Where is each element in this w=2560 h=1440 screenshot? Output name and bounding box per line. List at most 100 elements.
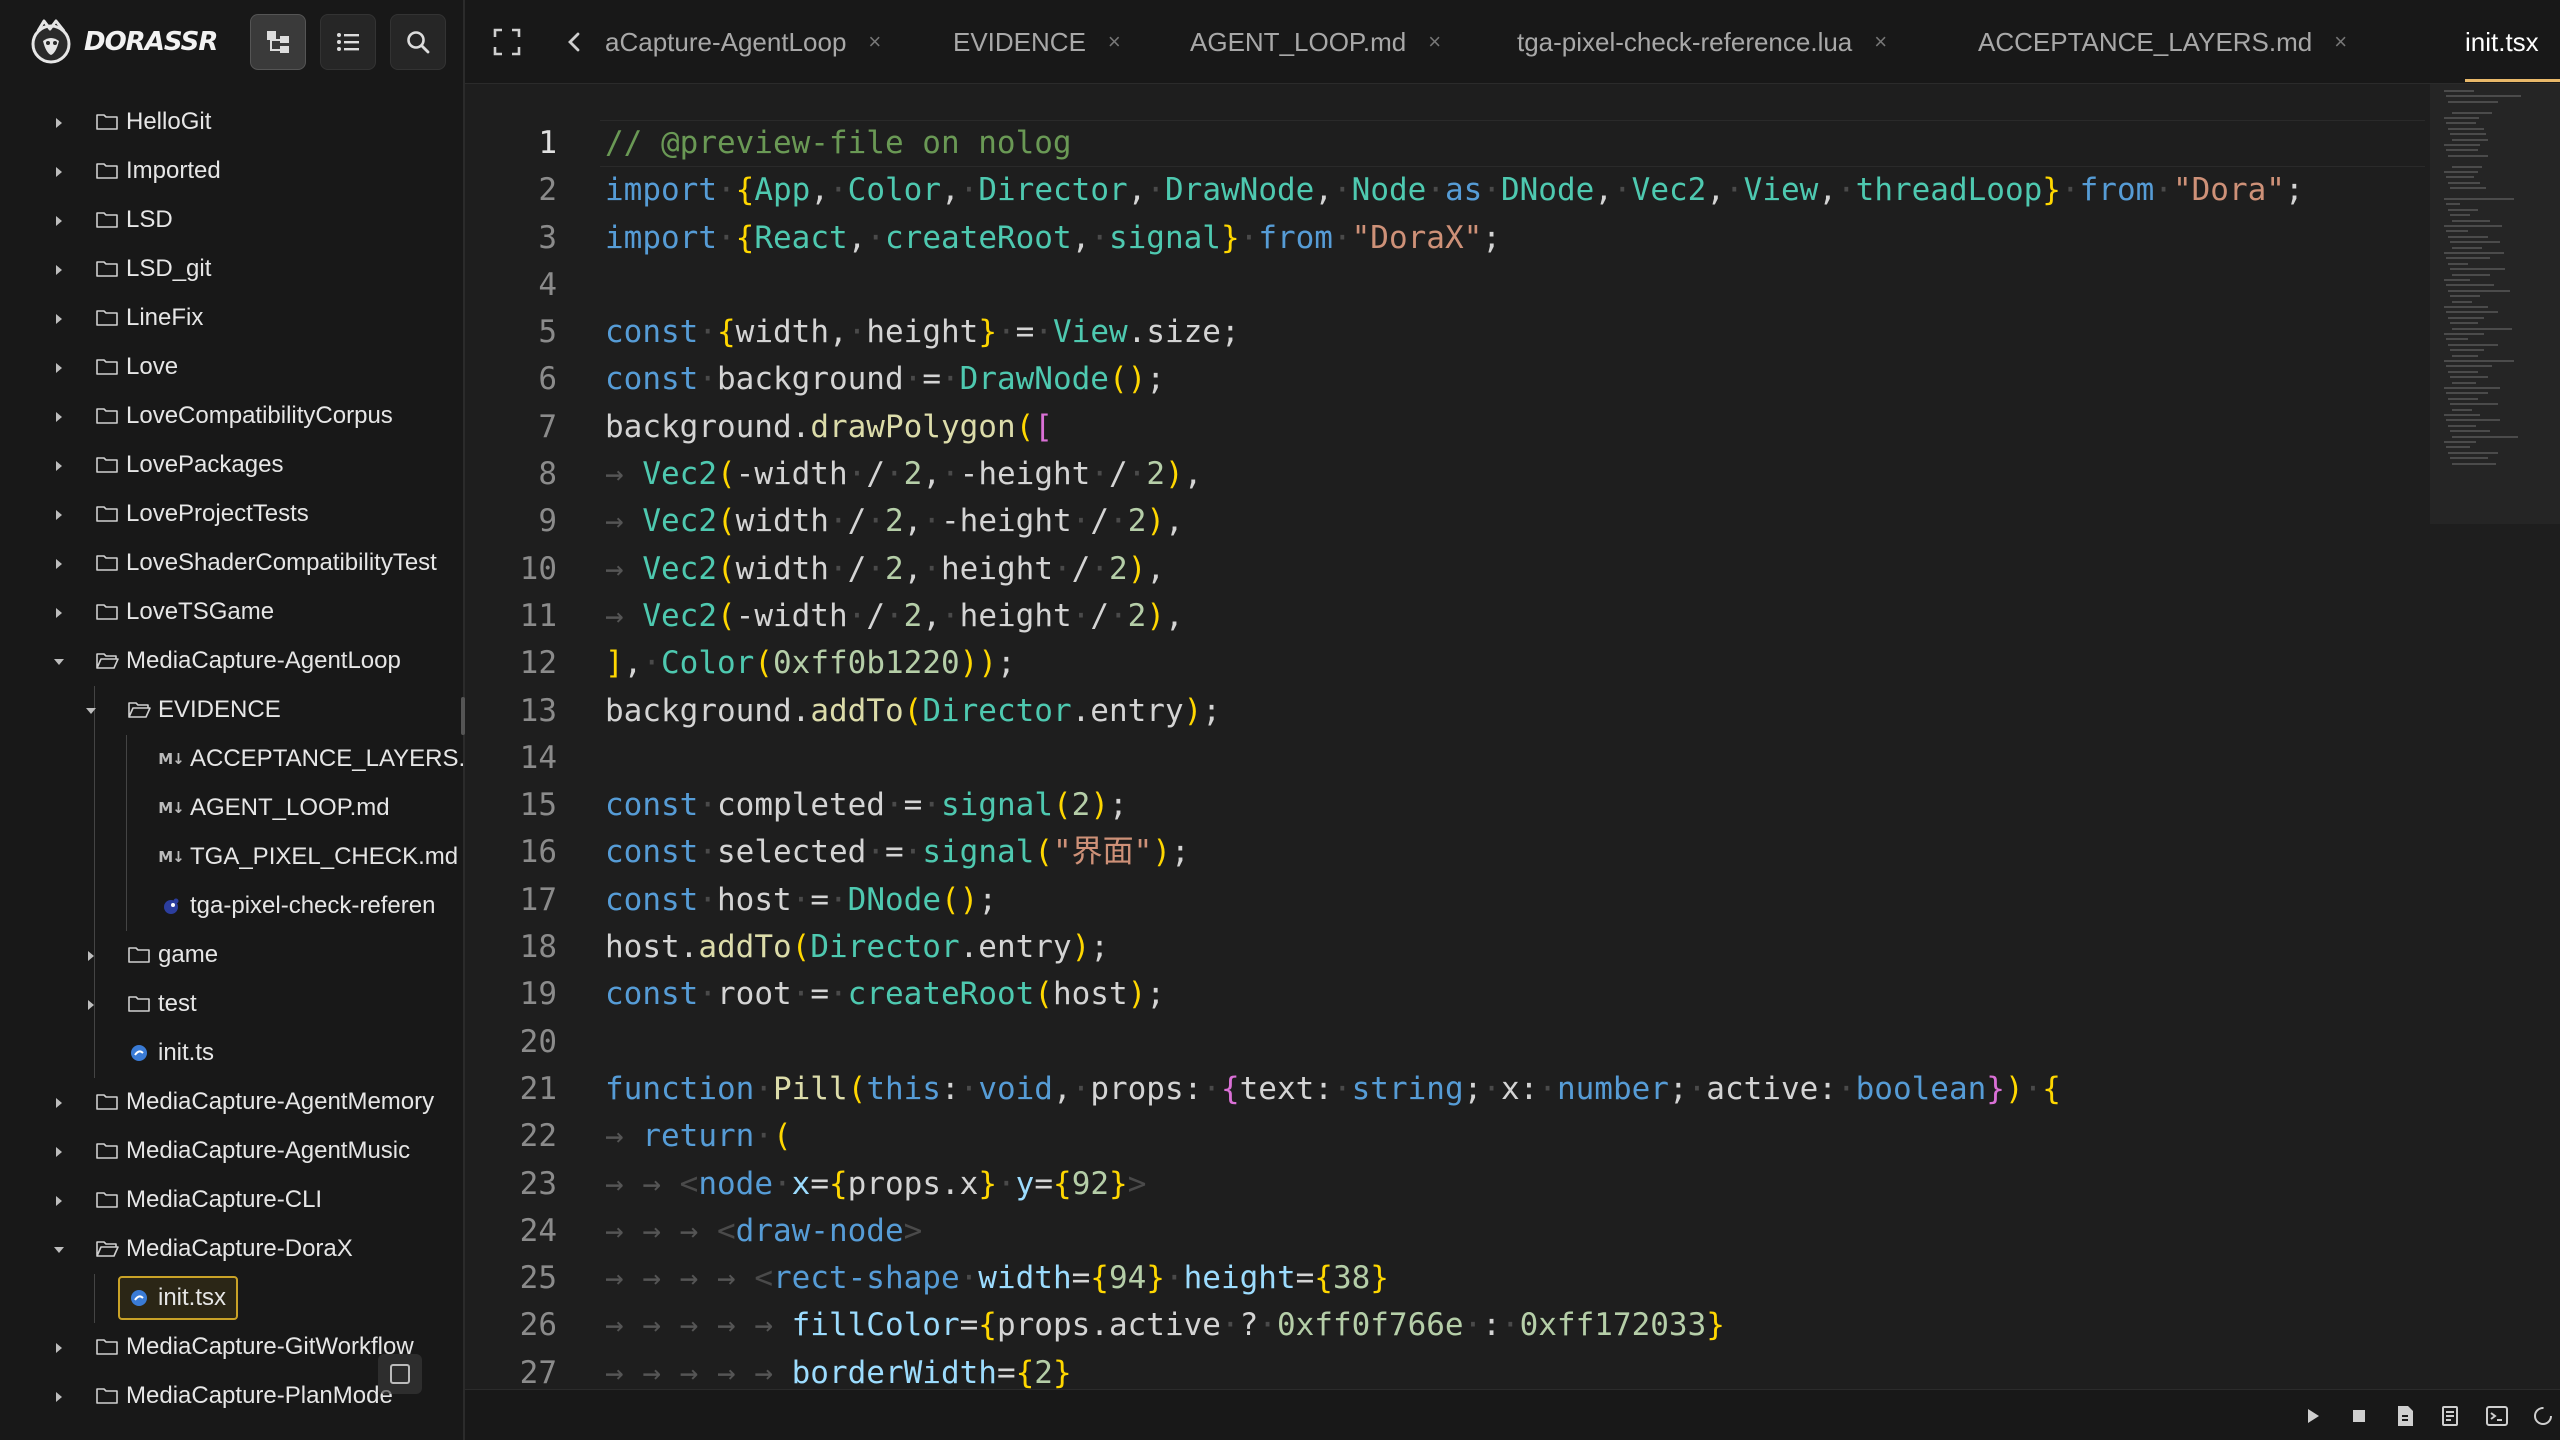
code-line[interactable]: 5 const·{width,·height}·=·View.size; xyxy=(465,309,2425,356)
tree-folder[interactable]: LoveShaderCompatibilityTest xyxy=(0,539,465,588)
tree-folder[interactable]: MediaCapture-AgentMusic xyxy=(0,1127,465,1176)
code-line[interactable]: 12],·Color(0xff0b1220)); xyxy=(465,640,2425,687)
tree-folder[interactable]: LineFix xyxy=(0,294,465,343)
code-line[interactable]: 23 → → <node·x={props.x}·y={92}> xyxy=(465,1161,2425,1208)
tree-folder[interactable]: Imported xyxy=(0,147,465,196)
code-line[interactable]: 8 → Vec2(-width·/·2,·-height·/·2), xyxy=(465,451,2425,498)
tree-folder[interactable]: game xyxy=(0,931,465,980)
caret-right-icon[interactable] xyxy=(52,508,66,522)
close-icon[interactable]: × xyxy=(1108,29,1121,55)
tree-folder[interactable]: LoveCompatibilityCorpus xyxy=(0,392,465,441)
file-icon[interactable] xyxy=(2392,1403,2418,1429)
tree-file[interactable]: M↓ AGENT_LOOP.md xyxy=(0,784,465,833)
code-line[interactable]: 7 background.drawPolygon([ xyxy=(465,404,2425,451)
code-line[interactable]: 4 xyxy=(465,262,2425,309)
caret-right-icon[interactable] xyxy=(52,165,66,179)
tree-folder[interactable]: LSD_git xyxy=(0,245,465,294)
tree-view-button[interactable] xyxy=(250,14,306,70)
tree-folder[interactable]: EVIDENCE xyxy=(0,686,465,735)
caret-right-icon[interactable] xyxy=(52,116,66,130)
caret-right-icon[interactable] xyxy=(84,998,98,1012)
code-line[interactable]: 19 const·root·=·createRoot(host); xyxy=(465,971,2425,1018)
caret-right-icon[interactable] xyxy=(52,1194,66,1208)
caret-right-icon[interactable] xyxy=(52,606,66,620)
code-line[interactable]: 14 xyxy=(465,735,2425,782)
play-icon[interactable] xyxy=(2300,1403,2326,1429)
terminal-icon[interactable] xyxy=(2484,1403,2510,1429)
caret-right-icon[interactable] xyxy=(52,557,66,571)
code-lines[interactable]: 1 // @preview-file on nolog 2 import·{App,·… xyxy=(465,120,2425,1389)
caret-right-icon[interactable] xyxy=(52,1096,66,1110)
caret-down-icon[interactable] xyxy=(52,1243,66,1257)
caret-down-icon[interactable] xyxy=(84,704,98,718)
code-line[interactable]: 11 → Vec2(-width·/·2,·height·/·2), xyxy=(465,593,2425,640)
caret-down-icon[interactable] xyxy=(52,655,66,669)
tree-folder[interactable]: MediaCapture-CLI xyxy=(0,1176,465,1225)
notes-icon[interactable] xyxy=(2438,1403,2464,1429)
stop-icon[interactable] xyxy=(2346,1403,2372,1429)
code-line[interactable]: 2 import·{App,·Color,·Director,·DrawNode,… xyxy=(465,167,2425,214)
code-editor[interactable]: 1 // @preview-file on nolog 2 import·{App,·… xyxy=(465,84,2560,1389)
spinner-icon[interactable] xyxy=(2530,1403,2556,1429)
search-button[interactable] xyxy=(390,14,446,70)
code-line[interactable]: 27 → → → → → borderWidth={2} xyxy=(465,1350,2425,1389)
code-line[interactable]: 3 import·{React,·createRoot,·signal}·from… xyxy=(465,215,2425,262)
code-line[interactable]: 17 const·host·=·DNode(); xyxy=(465,877,2425,924)
close-icon[interactable]: × xyxy=(868,29,881,55)
tab-acceptance-layers-md[interactable]: ACCEPTANCE_LAYERS.md × xyxy=(1978,0,2347,83)
close-icon[interactable]: × xyxy=(1874,29,1887,55)
tab-acapture-agentloop[interactable]: aCapture-AgentLoop × xyxy=(605,0,881,83)
code-line[interactable]: 21 function·Pill(this:·void,·props:·{text… xyxy=(465,1066,2425,1113)
list-view-button[interactable] xyxy=(320,14,376,70)
tab-evidence[interactable]: EVIDENCE × xyxy=(953,0,1121,83)
tree-file[interactable]: tga-pixel-check-referen xyxy=(0,882,465,931)
tree-folder[interactable]: MediaCapture-DoraX xyxy=(0,1225,465,1274)
caret-right-icon[interactable] xyxy=(52,312,66,326)
code-line[interactable]: 20 xyxy=(465,1019,2425,1066)
tree-file[interactable]: M↓ TGA_PIXEL_CHECK.md xyxy=(0,833,465,882)
code-line[interactable]: 25 → → → → <rect-shape·width={94}·height=… xyxy=(465,1255,2425,1302)
caret-right-icon[interactable] xyxy=(52,361,66,375)
chevron-left-icon[interactable] xyxy=(561,28,589,56)
tree-folder[interactable]: LovePackages xyxy=(0,441,465,490)
code-line[interactable]: 24 → → → <draw-node> xyxy=(465,1208,2425,1255)
code-line[interactable]: 9 → Vec2(width·/·2,·-height·/·2), xyxy=(465,498,2425,545)
tab-tga-pixel-check-reference-lua[interactable]: tga-pixel-check-reference.lua × xyxy=(1517,0,1887,83)
close-icon[interactable]: × xyxy=(2334,29,2347,55)
caret-right-icon[interactable] xyxy=(52,214,66,228)
caret-right-icon[interactable] xyxy=(52,459,66,473)
tab-agent-loop-md[interactable]: AGENT_LOOP.md × xyxy=(1190,0,1441,83)
tree-folder[interactable]: LoveTSGame xyxy=(0,588,465,637)
caret-right-icon[interactable] xyxy=(52,263,66,277)
tree-folder[interactable]: Love xyxy=(0,343,465,392)
code-line[interactable]: 22 → return·( xyxy=(465,1113,2425,1160)
code-line[interactable]: 18 host.addTo(Director.entry); xyxy=(465,924,2425,971)
code-line[interactable]: 1 // @preview-file on nolog xyxy=(465,120,2425,167)
code-line[interactable]: 15 const·completed·=·signal(2); xyxy=(465,782,2425,829)
code-line[interactable]: 26 → → → → → fillColor={props.active·?·0x… xyxy=(465,1302,2425,1349)
close-icon[interactable]: × xyxy=(1428,29,1441,55)
tree-folder[interactable]: MediaCapture-AgentLoop xyxy=(0,637,465,686)
panel-toggle-button[interactable] xyxy=(378,1354,422,1394)
minimap[interactable] xyxy=(2440,84,2560,524)
tree-folder[interactable]: MediaCapture-AgentMemory xyxy=(0,1078,465,1127)
code-line[interactable]: 10 → Vec2(width·/·2,·height·/·2), xyxy=(465,546,2425,593)
code-line[interactable]: 13 background.addTo(Director.entry); xyxy=(465,688,2425,735)
caret-right-icon[interactable] xyxy=(84,949,98,963)
tree-folder[interactable]: test xyxy=(0,980,465,1029)
code-line[interactable]: 6 const·background·=·DrawNode(); xyxy=(465,356,2425,403)
caret-right-icon[interactable] xyxy=(52,410,66,424)
tree-file[interactable]: init.tsx xyxy=(0,1274,465,1323)
tree-file[interactable]: M↓ ACCEPTANCE_LAYERS. xyxy=(0,735,465,784)
tab-init-tsx[interactable]: init.tsx× xyxy=(2465,0,2560,83)
tree-folder[interactable]: LSD xyxy=(0,196,465,245)
minimap-line xyxy=(2448,262,2468,265)
tree-folder[interactable]: LoveProjectTests xyxy=(0,490,465,539)
caret-right-icon[interactable] xyxy=(52,1341,66,1355)
tree-file[interactable]: init.ts xyxy=(0,1029,465,1078)
code-line[interactable]: 16 const·selected·=·signal("界面"); xyxy=(465,829,2425,876)
tree-folder[interactable]: HelloGit xyxy=(0,98,465,147)
fullscreen-icon[interactable] xyxy=(491,26,523,58)
caret-right-icon[interactable] xyxy=(52,1390,66,1404)
caret-right-icon[interactable] xyxy=(52,1145,66,1159)
